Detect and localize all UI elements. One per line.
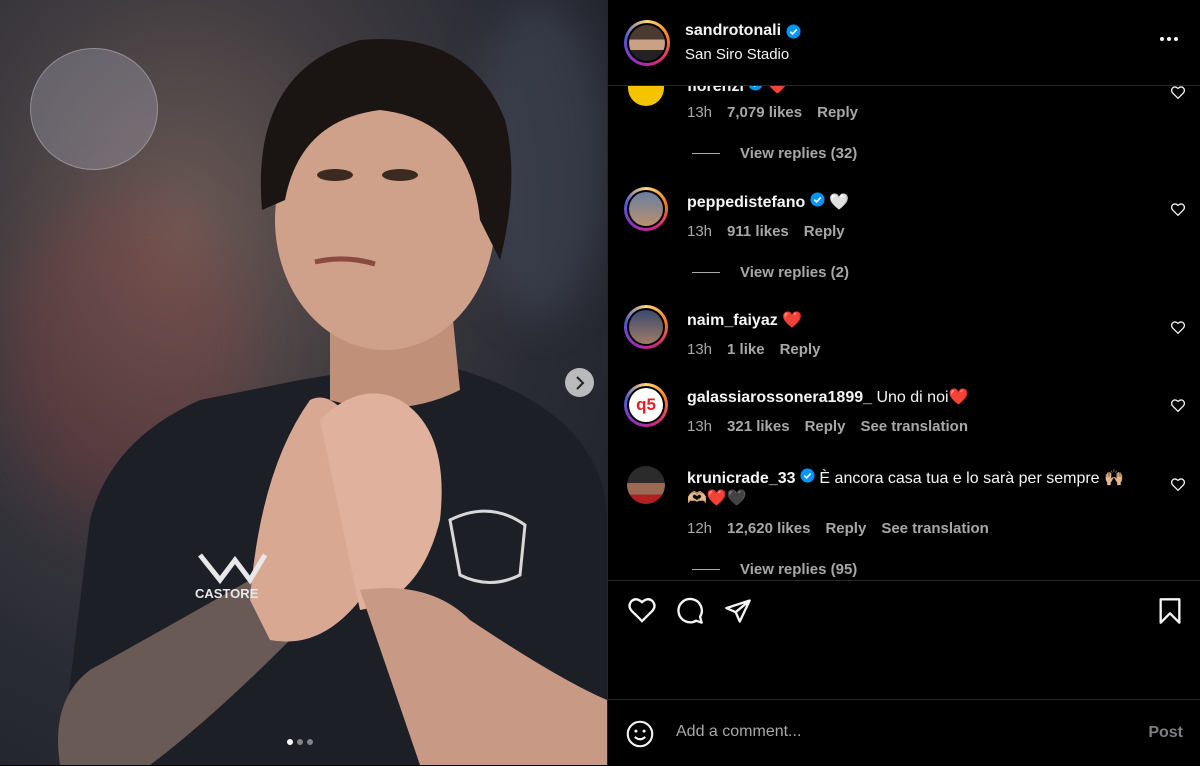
reply-button[interactable]: Reply bbox=[805, 418, 846, 435]
carousel-dot bbox=[297, 739, 303, 745]
comment-likes[interactable]: 911 likes bbox=[727, 223, 789, 240]
comment-time: 13h bbox=[687, 223, 713, 240]
commenter-username[interactable]: galassiarossonera1899_ bbox=[687, 389, 872, 406]
comment-likes[interactable]: 1 like bbox=[727, 341, 765, 358]
post-photo[interactable]: CASTORE bbox=[0, 0, 607, 765]
view-replies-button[interactable]: View replies (2) bbox=[692, 264, 849, 281]
chevron-right-icon bbox=[575, 375, 584, 390]
heart-icon[interactable] bbox=[628, 597, 656, 623]
comment-time: 12h bbox=[687, 520, 713, 537]
verified-badge-icon bbox=[810, 192, 825, 207]
view-replies-button[interactable]: View replies (95) bbox=[692, 561, 857, 578]
commenter-username[interactable]: peppedistefano bbox=[687, 194, 805, 211]
commenter-username[interactable]: naim_faiyaz bbox=[687, 312, 778, 329]
comment-likes[interactable]: 321 likes bbox=[727, 418, 790, 435]
more-options-icon[interactable] bbox=[1159, 36, 1179, 42]
comment-likes[interactable]: 7,079 likes bbox=[727, 104, 802, 121]
reply-button[interactable]: Reply bbox=[817, 104, 858, 121]
comment-text: 🤍 bbox=[829, 194, 850, 211]
comment-time: 13h bbox=[687, 104, 713, 121]
reply-button[interactable]: Reply bbox=[804, 223, 845, 240]
heart-icon[interactable] bbox=[1171, 321, 1185, 334]
next-slide-button[interactable] bbox=[565, 368, 594, 397]
commenter-avatar[interactable] bbox=[624, 187, 668, 231]
verified-badge-icon bbox=[800, 468, 815, 483]
author-username[interactable]: sandrotonali bbox=[685, 22, 781, 40]
comment-text: ❤️ bbox=[782, 312, 803, 329]
commenter-avatar[interactable] bbox=[628, 86, 664, 106]
post-actions bbox=[608, 580, 1200, 699]
commenter-avatar[interactable] bbox=[624, 305, 668, 349]
commenter-username[interactable]: krunicrade_33 bbox=[687, 470, 796, 487]
commenter-avatar[interactable] bbox=[627, 466, 665, 504]
comment-input[interactable] bbox=[674, 722, 1098, 742]
emoji-icon[interactable] bbox=[626, 720, 654, 748]
post-location[interactable]: San Siro Stadio bbox=[685, 46, 789, 63]
heart-icon[interactable] bbox=[1171, 86, 1185, 99]
verified-badge-icon bbox=[786, 23, 801, 39]
comments-list[interactable]: florenzi ❤️ 13h 7,079 likes Reply View r… bbox=[608, 86, 1200, 579]
commenter-username[interactable]: florenzi bbox=[687, 86, 744, 95]
author-avatar[interactable] bbox=[624, 20, 670, 66]
comment-icon[interactable] bbox=[676, 597, 704, 625]
heart-icon[interactable] bbox=[1171, 478, 1185, 491]
carousel-dot bbox=[307, 739, 313, 745]
comment-likes[interactable]: 12,620 likes bbox=[727, 520, 810, 537]
comment-composer: Post bbox=[608, 699, 1200, 766]
player-illustration: CASTORE bbox=[58, 39, 607, 765]
see-translation-button[interactable]: See translation bbox=[860, 418, 968, 435]
comment-time: 13h bbox=[687, 341, 713, 358]
comment-time: 13h bbox=[687, 418, 713, 435]
view-replies-button[interactable]: View replies (32) bbox=[692, 145, 857, 162]
post-header: sandrotonali San Siro Stadio bbox=[608, 0, 1200, 86]
post-comment-button[interactable]: Post bbox=[1148, 724, 1183, 742]
carousel-dots bbox=[287, 739, 313, 745]
see-translation-button[interactable]: See translation bbox=[881, 520, 989, 537]
post-panel: sandrotonali San Siro Stadio florenzi ❤️… bbox=[607, 0, 1200, 765]
heart-icon[interactable] bbox=[1171, 203, 1185, 216]
comment-text: Uno di noi❤️ bbox=[876, 389, 969, 406]
reply-button[interactable]: Reply bbox=[780, 341, 821, 358]
share-icon[interactable] bbox=[724, 597, 752, 625]
carousel-dot bbox=[287, 739, 293, 745]
commenter-avatar[interactable]: q5 bbox=[624, 383, 668, 427]
verified-badge-icon bbox=[749, 86, 763, 91]
bookmark-icon[interactable] bbox=[1158, 597, 1182, 625]
reply-button[interactable]: Reply bbox=[825, 520, 866, 537]
comment-text: ❤️ bbox=[767, 86, 788, 95]
heart-icon[interactable] bbox=[1171, 399, 1185, 412]
svg-text:CASTORE: CASTORE bbox=[195, 586, 259, 601]
